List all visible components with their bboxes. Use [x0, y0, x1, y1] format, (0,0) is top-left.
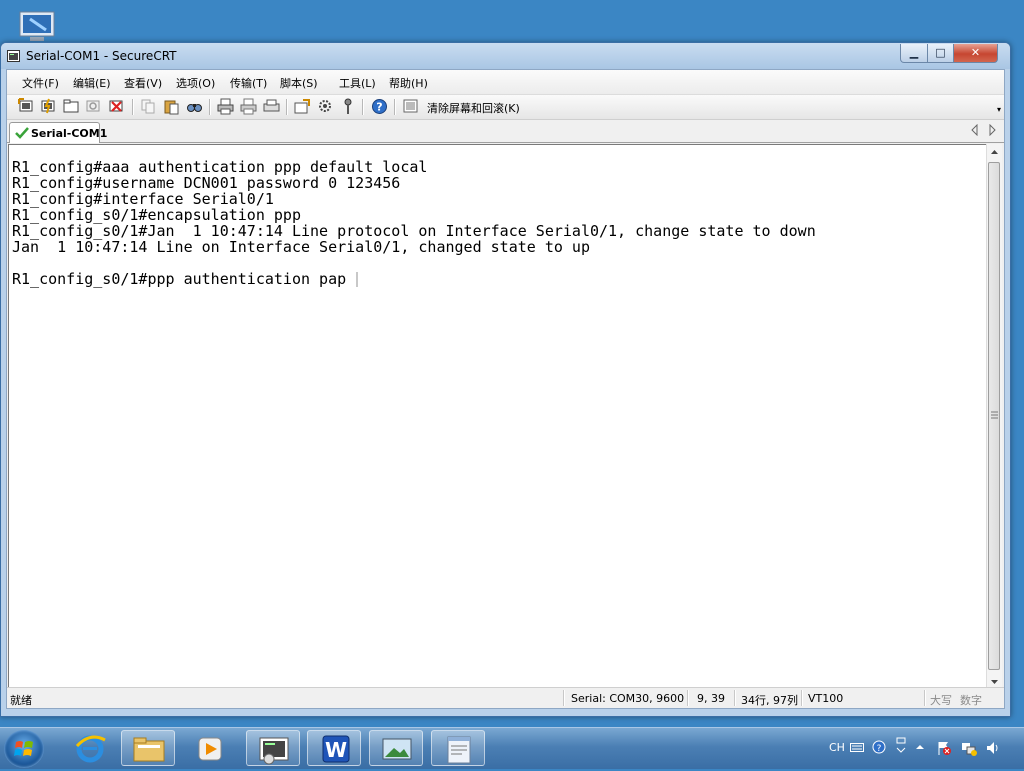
tab-scroll-left-icon[interactable]	[970, 124, 980, 136]
terminal-cursor	[356, 272, 359, 287]
status-separator	[924, 690, 926, 706]
tab-label: Serial-COM1	[31, 127, 108, 140]
action-center-flag-icon[interactable]	[936, 740, 952, 756]
clear-screen-icon[interactable]	[402, 98, 419, 115]
title-bar[interactable]: Serial-COM1 - SecureCRT ▁ □ ✕	[1, 43, 1010, 69]
minimize-button[interactable]: ▁	[900, 44, 928, 63]
securecrt-window: Serial-COM1 - SecureCRT ▁ □ ✕ 文件(F) 编辑(E…	[0, 42, 1011, 717]
terminal-line: Jan 1 10:47:14 Line on Interface Serial0…	[12, 238, 590, 256]
menu-file[interactable]: 文件(F)	[22, 75, 59, 91]
start-button[interactable]	[4, 730, 44, 768]
menu-bar: 文件(F) 编辑(E) 查看(V) 选项(O) 传输(T) 脚本(S) 工具(L…	[7, 70, 1004, 95]
maximize-button[interactable]: □	[927, 44, 954, 63]
securecrt-app-icon[interactable]	[7, 50, 20, 62]
status-separator	[801, 690, 803, 706]
status-terminal-size: 34行, 97列	[741, 694, 798, 707]
paste-icon[interactable]	[163, 98, 180, 115]
windows-logo-icon	[14, 741, 33, 756]
internet-explorer-icon[interactable]	[63, 730, 117, 766]
photo-viewer-icon[interactable]	[369, 730, 423, 766]
media-player-icon[interactable]	[184, 730, 238, 766]
find-icon[interactable]	[186, 98, 203, 115]
disconnect-icon[interactable]	[108, 98, 125, 115]
toolbar-separator	[286, 99, 288, 115]
status-bar: 就绪 Serial: COM30, 9600 9, 39 34行, 97列 VT…	[7, 687, 1004, 708]
file-explorer-icon[interactable]	[121, 730, 175, 766]
print-icon[interactable]	[217, 98, 234, 115]
volume-icon[interactable]	[985, 740, 1001, 756]
ime-options-icon[interactable]	[895, 737, 907, 757]
svg-text:?: ?	[376, 101, 382, 114]
svg-text:?: ?	[877, 744, 882, 754]
check-icon	[15, 127, 29, 139]
notepad-icon[interactable]	[431, 730, 485, 766]
scroll-up-icon[interactable]	[989, 147, 1000, 158]
reconnect-icon[interactable]	[85, 98, 102, 115]
print-selection-icon[interactable]	[240, 98, 257, 115]
status-serial: Serial: COM30, 9600	[571, 692, 685, 705]
keyboard-icon[interactable]	[850, 741, 864, 753]
show-hidden-icons-icon[interactable]	[915, 742, 925, 752]
copy-icon[interactable]	[140, 98, 157, 115]
toolbar-separator	[394, 99, 396, 115]
connect-tab-icon[interactable]	[63, 98, 80, 115]
terminal-line: R1_config_s0/1#ppp authentication pap	[12, 270, 356, 288]
status-separator	[734, 690, 736, 706]
menu-options[interactable]: 选项(O)	[176, 75, 215, 91]
toolbar-separator	[132, 99, 134, 115]
quick-connect-icon[interactable]	[40, 98, 57, 115]
terminal-screen[interactable]: R1_config#aaa authentication ppp default…	[8, 144, 986, 690]
connect-icon[interactable]	[18, 98, 35, 115]
status-emulation: VT100	[808, 692, 844, 705]
status-separator	[563, 690, 565, 706]
session-options-icon[interactable]	[294, 98, 311, 115]
menu-view[interactable]: 查看(V)	[124, 75, 162, 91]
network-icon[interactable]	[961, 740, 977, 756]
tab-serial-com1[interactable]: Serial-COM1	[9, 122, 107, 143]
clear-screen-label[interactable]: 清除屏幕和回滚(K)	[427, 100, 520, 116]
status-separator	[687, 690, 689, 706]
toolbar-separator	[209, 99, 211, 115]
toolbar-separator	[362, 99, 364, 115]
vertical-scrollbar[interactable]	[986, 144, 1002, 690]
scroll-down-icon[interactable]	[989, 676, 1000, 687]
menu-script[interactable]: 脚本(S)	[280, 75, 318, 91]
menu-transfer[interactable]: 传输(T)	[230, 75, 267, 91]
window-frame: 文件(F) 编辑(E) 查看(V) 选项(O) 传输(T) 脚本(S) 工具(L…	[6, 69, 1005, 709]
securecrt-icon[interactable]	[246, 730, 300, 766]
scroll-thumb[interactable]	[988, 162, 1000, 670]
print-setup-icon[interactable]	[263, 98, 280, 115]
help-icon[interactable]: ?	[371, 98, 388, 115]
keymap-icon[interactable]	[340, 98, 357, 115]
toolbar: ? 清除屏幕和回滚(K) ▾	[7, 95, 1004, 120]
grip-icon	[991, 411, 998, 419]
status-caps-lock: 大写	[930, 694, 952, 707]
menu-help[interactable]: 帮助(H)	[389, 75, 428, 91]
menu-edit[interactable]: 编辑(E)	[73, 75, 111, 91]
terminal-output: R1_config#aaa authentication ppp default…	[12, 159, 816, 287]
tab-scroll-right-icon[interactable]	[987, 124, 997, 136]
status-num-lock: 数字	[960, 694, 982, 707]
computer-desktop-icon[interactable]	[16, 10, 60, 42]
taskbar: W CH ?	[0, 727, 1024, 769]
svg-text:W: W	[325, 738, 347, 762]
window-title: Serial-COM1 - SecureCRT	[26, 49, 177, 63]
toolbar-overflow-icon[interactable]: ▾	[997, 105, 1001, 114]
global-options-icon[interactable]	[317, 98, 334, 115]
status-ready: 就绪	[10, 694, 32, 707]
session-tab-bar: Serial-COM1	[7, 120, 1004, 143]
help-tray-icon[interactable]: ?	[872, 740, 886, 754]
menu-tools[interactable]: 工具(L)	[339, 75, 376, 91]
close-button[interactable]: ✕	[953, 44, 998, 63]
input-language-indicator[interactable]: CH	[829, 741, 845, 754]
status-cursor-position: 9, 39	[697, 692, 725, 705]
wps-writer-icon[interactable]: W	[307, 730, 361, 766]
